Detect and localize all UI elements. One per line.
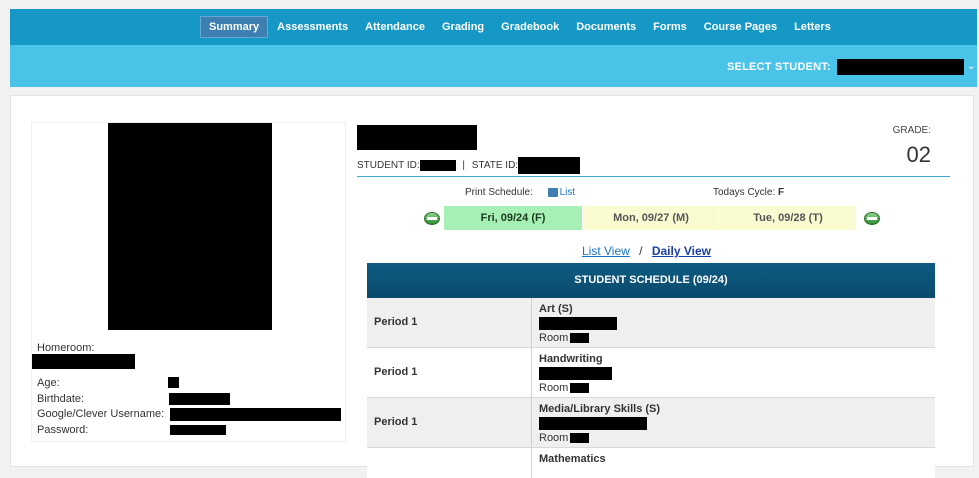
cycle-label: Todays Cycle: xyxy=(713,187,776,198)
student-select-bar: SELECT STUDENT: ⌄ xyxy=(10,45,977,87)
nav-letters[interactable]: Letters xyxy=(786,17,839,37)
redacted-student-name xyxy=(837,59,964,75)
table-row: Period 1 Art (S) Room xyxy=(367,298,935,348)
nav-documents[interactable]: Documents xyxy=(568,17,644,37)
next-day-arrow-icon[interactable] xyxy=(864,212,880,225)
table-row: Period 1 Media/Library Skills (S) Room xyxy=(367,398,935,448)
grade-value: 02 xyxy=(906,142,931,167)
cycle-value: F xyxy=(778,187,785,198)
schedule-header: STUDENT SCHEDULE (09/24) xyxy=(367,263,935,298)
room-label: Room xyxy=(539,382,569,394)
list-view-link[interactable]: List View xyxy=(582,244,630,258)
room-redacted xyxy=(570,433,590,444)
nav-attendance[interactable]: Attendance xyxy=(357,17,433,37)
room-redacted xyxy=(570,333,590,344)
chevron-down-icon[interactable]: ⌄ xyxy=(967,59,976,72)
username-redacted xyxy=(170,408,341,421)
nav-grading[interactable]: Grading xyxy=(434,17,492,37)
subject-name: Mathematics xyxy=(539,453,606,465)
nav-forms[interactable]: Forms xyxy=(645,17,695,37)
day-option-selected[interactable]: Fri, 09/24 (F) xyxy=(444,206,582,230)
period-cell: Period 1 xyxy=(374,416,418,428)
period-cell: Period 1 xyxy=(374,316,418,328)
teacher-redacted xyxy=(539,317,617,330)
student-schedule-table: STUDENT SCHEDULE (09/24) Period 1 Art (S… xyxy=(367,263,935,478)
teacher-redacted xyxy=(539,417,647,430)
main-content: Homeroom: Age: Birthdate: Google/Clever … xyxy=(10,95,974,478)
list-icon xyxy=(547,187,558,197)
student-photo-redacted xyxy=(108,123,272,330)
student-id-label: STUDENT ID: xyxy=(357,160,420,172)
state-id-redacted xyxy=(518,157,581,174)
student-ids: STUDENT ID: | STATE ID: xyxy=(357,157,581,174)
birthdate-label: Birthdate: xyxy=(37,393,85,405)
day-option[interactable]: Mon, 09/27 (M) xyxy=(583,206,719,230)
homeroom-redacted xyxy=(32,354,135,369)
view-toggle: List View / Daily View xyxy=(582,244,711,258)
top-nav: Summary Assessments Attendance Grading G… xyxy=(10,9,977,45)
column-divider xyxy=(531,298,532,347)
nav-gradebook[interactable]: Gradebook xyxy=(493,17,567,37)
state-id-label: STATE ID: xyxy=(471,160,519,172)
age-redacted xyxy=(168,377,179,388)
select-student-label: SELECT STUDENT: xyxy=(727,61,831,73)
nav-course-pages[interactable]: Course Pages xyxy=(696,17,785,37)
age-label: Age: xyxy=(37,377,60,389)
subject-name: Handwriting xyxy=(539,353,603,365)
room-info: Room xyxy=(539,432,590,444)
day-option[interactable]: Tue, 09/28 (T) xyxy=(720,206,856,230)
column-divider xyxy=(531,348,532,397)
password-redacted xyxy=(170,425,226,435)
birthdate-redacted xyxy=(169,393,230,405)
password-label: Password: xyxy=(37,424,89,436)
nav-menu: Summary Assessments Attendance Grading G… xyxy=(200,9,840,45)
print-schedule: Print Schedule: List xyxy=(465,187,575,198)
grade-label: GRADE: xyxy=(892,125,931,136)
student-select-dropdown[interactable]: ⌄ xyxy=(831,57,977,77)
room-label: Room xyxy=(539,432,569,444)
room-info: Room xyxy=(539,382,590,394)
column-divider xyxy=(531,398,532,447)
grade-box: GRADE: 02 xyxy=(883,125,931,168)
username-label: Google/Clever Username: xyxy=(37,408,165,420)
room-label: Room xyxy=(539,332,569,344)
student-id-redacted xyxy=(419,160,456,171)
room-redacted xyxy=(570,383,590,394)
table-row: Mathematics xyxy=(367,448,935,478)
profile-card: Homeroom: Age: Birthdate: Google/Clever … xyxy=(31,122,346,442)
todays-cycle: Todays Cycle: F xyxy=(713,187,784,198)
table-row: Period 1 Handwriting Room xyxy=(367,348,935,398)
list-link-text: List xyxy=(559,187,576,198)
print-list-link[interactable]: List xyxy=(547,187,576,198)
teacher-redacted xyxy=(539,367,612,380)
nav-summary[interactable]: Summary xyxy=(200,16,269,38)
id-separator: | xyxy=(462,160,465,172)
column-divider xyxy=(531,448,532,478)
student-name-redacted xyxy=(357,125,477,150)
view-separator: / xyxy=(639,244,643,258)
header-divider xyxy=(357,176,950,177)
prev-day-arrow-icon[interactable] xyxy=(424,212,440,225)
print-schedule-label: Print Schedule: xyxy=(465,187,533,198)
room-info: Room xyxy=(539,332,590,344)
daily-view-link[interactable]: Daily View xyxy=(652,244,711,258)
subject-name: Art (S) xyxy=(539,303,573,315)
nav-assessments[interactable]: Assessments xyxy=(269,17,356,37)
subject-name: Media/Library Skills (S) xyxy=(539,403,661,415)
homeroom-label: Homeroom: xyxy=(37,342,95,354)
period-cell: Period 1 xyxy=(374,366,418,378)
